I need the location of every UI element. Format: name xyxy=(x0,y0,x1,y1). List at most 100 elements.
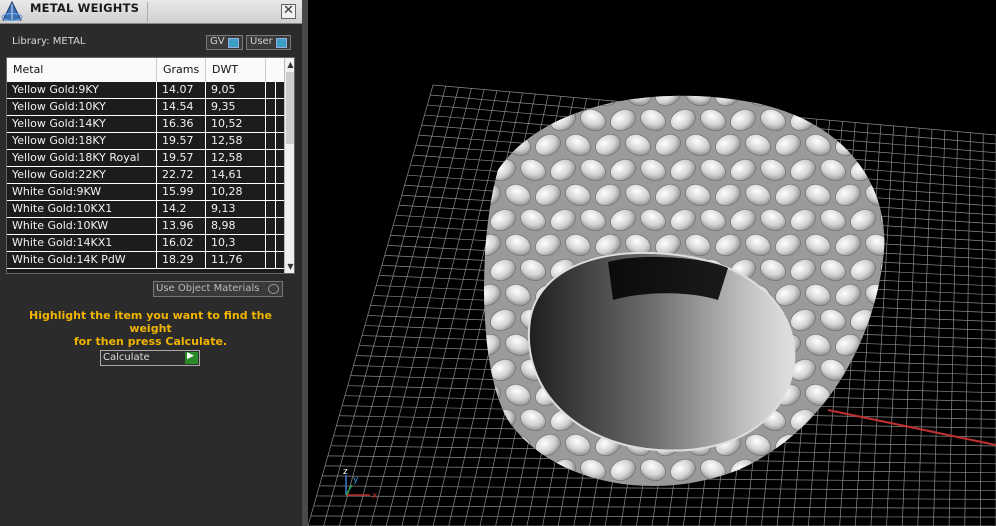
row-spacer xyxy=(266,235,276,251)
metal-cell: Yellow Gold:14KY xyxy=(7,116,157,132)
panel-titlebar: METAL WEIGHTS ✕ xyxy=(0,0,303,24)
ring-bump xyxy=(880,359,885,381)
axis-label-z: z xyxy=(343,467,348,477)
row-spacer xyxy=(266,99,276,115)
dwt-cell: 12,58 xyxy=(206,133,266,149)
metal-cell: Yellow Gold:10KY xyxy=(7,99,157,115)
dwt-cell: 9,05 xyxy=(206,82,266,98)
row-spacer xyxy=(266,150,276,166)
dwt-cell: 8,98 xyxy=(206,218,266,234)
dwt-cell: 10,28 xyxy=(206,184,266,200)
toggle-knob-icon xyxy=(228,38,239,48)
calculate-label: Calculate xyxy=(103,352,150,363)
grams-cell: 16.02 xyxy=(157,235,206,251)
table-row[interactable]: White Gold:14KX1 16.02 10,3 xyxy=(7,235,284,252)
column-header-metal[interactable]: Metal xyxy=(7,58,157,82)
metal-cell: White Gold:9KW xyxy=(7,184,157,200)
chevron-up-icon[interactable]: ▲ xyxy=(285,58,294,71)
grams-cell: 14.07 xyxy=(157,82,206,98)
row-spacer xyxy=(266,218,276,234)
grams-cell: 19.57 xyxy=(157,150,206,166)
metal-weights-panel: METAL WEIGHTS ✕ Library: METAL GV User M… xyxy=(0,0,303,526)
ring-bump xyxy=(880,109,885,131)
toggle-knob-icon xyxy=(276,38,287,48)
play-icon: ▶ xyxy=(187,351,194,361)
metal-table: Metal Grams DWT Yellow Gold:9KY 14.07 9,05… xyxy=(6,57,295,274)
instructions-line-1: Highlight the item you want to find the … xyxy=(29,309,272,335)
checkbox-indicator xyxy=(268,284,279,294)
instructions-line-2: for then press Calculate. xyxy=(73,335,228,348)
metal-cell: Yellow Gold:9KY xyxy=(7,82,157,98)
grams-cell: 22.72 xyxy=(157,167,206,183)
row-spacer xyxy=(266,133,276,149)
instructions-text: Highlight the item you want to find the … xyxy=(8,309,293,348)
grams-cell: 15.99 xyxy=(157,184,206,200)
row-spacer xyxy=(266,184,276,200)
metal-cell: Yellow Gold:18KY xyxy=(7,133,157,149)
panel-title: METAL WEIGHTS xyxy=(30,1,140,15)
table-body: Yellow Gold:9KY 14.07 9,05 Yellow Gold:10KY… xyxy=(7,82,284,269)
table-header: Metal Grams DWT xyxy=(7,58,284,82)
table-row[interactable]: Yellow Gold:18KY Royal 19.57 12,58 xyxy=(7,150,284,167)
ring-bump xyxy=(520,459,546,481)
ring-bump xyxy=(835,95,861,106)
row-spacer xyxy=(266,201,276,217)
grams-cell: 14.54 xyxy=(157,99,206,115)
table-row[interactable]: Yellow Gold:9KY 14.07 9,05 xyxy=(7,82,284,99)
scrollbar-thumb[interactable] xyxy=(286,72,294,144)
dwt-cell: 12,58 xyxy=(206,150,266,166)
metal-cell: White Gold:14K PdW xyxy=(7,252,157,268)
ring-bump xyxy=(775,95,801,106)
axis-label-x: x xyxy=(372,491,378,501)
ring-bump xyxy=(484,95,501,106)
calculate-button[interactable]: ▶ xyxy=(185,351,198,364)
close-icon: ✕ xyxy=(283,3,294,18)
grams-cell: 19.57 xyxy=(157,133,206,149)
table-row[interactable]: White Gold:9KW 15.99 10,28 xyxy=(7,184,284,201)
chevron-down-icon[interactable]: ▼ xyxy=(285,260,294,273)
table-row[interactable]: Yellow Gold:18KY 19.57 12,58 xyxy=(7,133,284,150)
metal-cell: White Gold:10KX1 xyxy=(7,201,157,217)
table-row[interactable]: Yellow Gold:10KY 14.54 9,35 xyxy=(7,99,284,116)
axis-label-y: y xyxy=(353,475,359,485)
table-scrollbar[interactable]: ▲ ▼ xyxy=(284,58,294,273)
metal-cell: Yellow Gold:18KY Royal xyxy=(7,150,157,166)
table-row[interactable]: Yellow Gold:22KY 22.72 14,61 xyxy=(7,167,284,184)
3d-viewport[interactable]: z y x xyxy=(308,0,996,526)
user-toggle[interactable]: User xyxy=(246,35,291,50)
column-header-grams[interactable]: Grams xyxy=(157,58,206,82)
title-divider xyxy=(147,2,148,22)
user-toggle-label: User xyxy=(250,36,273,47)
dwt-cell: 10,3 xyxy=(206,235,266,251)
metal-cell: Yellow Gold:22KY xyxy=(7,167,157,183)
grams-cell: 18.29 xyxy=(157,252,206,268)
grams-cell: 13.96 xyxy=(157,218,206,234)
calculate-select[interactable]: Calculate ▶ xyxy=(100,350,200,366)
app-logo-icon xyxy=(1,0,23,22)
table-row[interactable]: White Gold:10KX1 14.2 9,13 xyxy=(7,201,284,218)
dwt-cell: 11,76 xyxy=(206,252,266,268)
table-row[interactable]: White Gold:14K PdW 18.29 11,76 xyxy=(7,252,284,269)
ring-bump xyxy=(484,434,501,456)
gv-toggle[interactable]: GV xyxy=(206,35,243,50)
dwt-cell: 9,13 xyxy=(206,201,266,217)
library-label: Library: METAL xyxy=(12,36,86,47)
metal-cell: White Gold:14KX1 xyxy=(7,235,157,251)
ring-bump xyxy=(850,109,876,131)
grams-cell: 14.2 xyxy=(157,201,206,217)
grams-cell: 16.36 xyxy=(157,116,206,132)
gv-toggle-label: GV xyxy=(210,36,225,47)
viewport-canvas[interactable]: z y x xyxy=(308,0,996,526)
dwt-cell: 9,35 xyxy=(206,99,266,115)
row-spacer xyxy=(266,82,276,98)
ring-bump xyxy=(865,95,885,106)
column-header-dwt[interactable]: DWT xyxy=(206,58,266,82)
close-button[interactable]: ✕ xyxy=(281,3,296,19)
table-row[interactable]: White Gold:10KW 13.96 8,98 xyxy=(7,218,284,235)
dwt-cell: 10,52 xyxy=(206,116,266,132)
metal-cell: White Gold:10KW xyxy=(7,218,157,234)
use-object-materials-checkbox[interactable]: Use Object Materials xyxy=(153,281,283,297)
ring-bump xyxy=(490,459,516,481)
use-object-materials-label: Use Object Materials xyxy=(156,283,260,294)
table-row[interactable]: Yellow Gold:14KY 16.36 10,52 xyxy=(7,116,284,133)
